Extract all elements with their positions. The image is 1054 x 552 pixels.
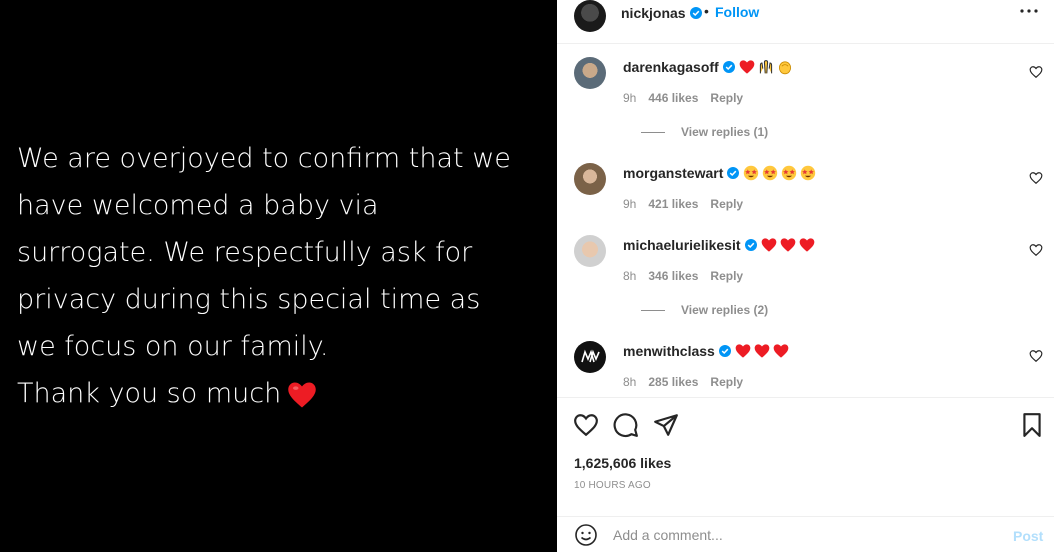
reply-button[interactable]: Reply (710, 91, 743, 105)
more-options-icon[interactable] (1019, 4, 1039, 18)
post-text-line: have welcomed a baby via (17, 190, 379, 221)
raising-hands-icon (759, 60, 772, 74)
comment-time: 8h (623, 269, 637, 283)
star-struck-icon (782, 165, 797, 181)
view-replies-dash (641, 132, 665, 134)
comment-text (735, 343, 792, 359)
author-avatar[interactable] (574, 0, 606, 32)
comment-text (761, 237, 818, 253)
verified-badge-icon (727, 167, 740, 179)
post-text-line: privacy during this special time as (17, 284, 481, 315)
comment-line: menwithclass (623, 343, 792, 359)
commenter-avatar[interactable] (574, 235, 606, 267)
comment-line: darenkagasoff (623, 59, 796, 75)
post-timestamp[interactable]: 10 HOURS AGO (574, 480, 651, 491)
red-heart-icon (799, 238, 814, 252)
red-heart-icon (288, 382, 316, 407)
share-paper-plane-icon[interactable] (653, 412, 679, 438)
post-likes-count[interactable]: 1,625,606 likes (574, 455, 671, 471)
comment-time: 8h (623, 375, 637, 389)
red-heart-icon (754, 344, 770, 358)
post-caption-image-text: We are overjoyed to confirm that we have… (17, 135, 537, 417)
like-comment-icon[interactable] (1029, 171, 1043, 185)
post-comment-button[interactable]: Post (1013, 528, 1043, 544)
comment-line: michaelurielikesit (623, 237, 818, 253)
comment-likes[interactable]: 285 likes (648, 375, 698, 389)
menwithclass-logo-icon (581, 349, 600, 363)
emoji-smiley-icon[interactable] (574, 523, 598, 547)
commenter-avatar[interactable] (574, 163, 606, 195)
red-heart-icon (780, 238, 795, 252)
post-actions: 1,625,606 likes 10 HOURS AGO (557, 397, 1054, 517)
verified-badge-icon (722, 61, 735, 73)
post-text-thanks: Thank you so much (17, 378, 282, 409)
post-text-line: we focus on our family. (17, 331, 329, 362)
commenter-username[interactable]: michaelurielikesit (623, 237, 741, 253)
commenter-username[interactable]: darenkagasoff (623, 59, 719, 75)
verified-badge-icon (744, 239, 757, 251)
like-comment-icon[interactable] (1029, 243, 1043, 257)
star-struck-icon (763, 165, 778, 181)
reply-button[interactable]: Reply (710, 197, 743, 211)
commenter-username[interactable]: menwithclass (623, 343, 715, 359)
verified-badge-icon (689, 7, 702, 19)
post-sidebar: nickjonas • Follow darenkagasoff 9h 446 l… (557, 0, 1054, 552)
follow-button[interactable]: Follow (715, 4, 759, 20)
reply-button[interactable]: Reply (710, 269, 743, 283)
add-comment-input[interactable] (613, 525, 993, 545)
red-heart-icon (735, 344, 751, 358)
comment-time: 9h (623, 197, 637, 211)
add-comment-bar: Post (557, 516, 1054, 552)
post-text-line: surrogate. We respectfully ask for (17, 237, 473, 268)
view-replies-dash (641, 310, 665, 312)
view-replies-label[interactable]: View replies (2) (681, 303, 768, 317)
star-struck-icon (801, 165, 816, 181)
red-heart-icon (773, 344, 789, 358)
comment-meta: 9h 446 likes Reply (623, 91, 755, 105)
post-text-line-last: Thank you so much (17, 370, 537, 417)
author-username[interactable]: nickjonas (621, 5, 702, 21)
red-heart-icon (739, 60, 755, 74)
view-replies-button[interactable]: View replies (2) (641, 303, 768, 317)
comment-likes[interactable]: 421 likes (648, 197, 698, 211)
like-comment-icon[interactable] (1029, 349, 1043, 363)
comment-meta: 8h 346 likes Reply (623, 269, 755, 283)
commenter-avatar[interactable] (574, 57, 606, 89)
comment-time: 9h (623, 91, 637, 105)
comment-likes[interactable]: 346 likes (648, 269, 698, 283)
post-text-line: We are overjoyed to confirm that we (17, 143, 511, 174)
view-replies-label[interactable]: View replies (1) (681, 125, 768, 139)
commenter-avatar[interactable] (574, 341, 606, 373)
like-heart-icon[interactable] (573, 412, 599, 438)
red-heart-icon (761, 238, 776, 252)
star-struck-icon (744, 165, 759, 181)
commenter-username[interactable]: morganstewart (623, 165, 723, 181)
comment-line: morganstewart (623, 165, 819, 181)
comment-bubble-icon[interactable] (613, 412, 639, 438)
save-bookmark-icon[interactable] (1019, 412, 1045, 438)
post-media: We are overjoyed to confirm that we have… (0, 0, 557, 552)
reply-button[interactable]: Reply (710, 375, 743, 389)
clapping-hands-icon (778, 61, 791, 75)
verified-badge-icon (718, 345, 731, 357)
author-username-text[interactable]: nickjonas (621, 5, 686, 21)
comment-meta: 8h 285 likes Reply (623, 375, 755, 389)
header-separator: • (704, 3, 709, 19)
post-header: nickjonas • Follow (557, 0, 1054, 44)
view-replies-button[interactable]: View replies (1) (641, 125, 768, 139)
comment-meta: 9h 421 likes Reply (623, 197, 755, 211)
comment-text (743, 165, 819, 181)
comment-likes[interactable]: 446 likes (648, 91, 698, 105)
comment-text (739, 59, 796, 75)
like-comment-icon[interactable] (1029, 65, 1043, 79)
